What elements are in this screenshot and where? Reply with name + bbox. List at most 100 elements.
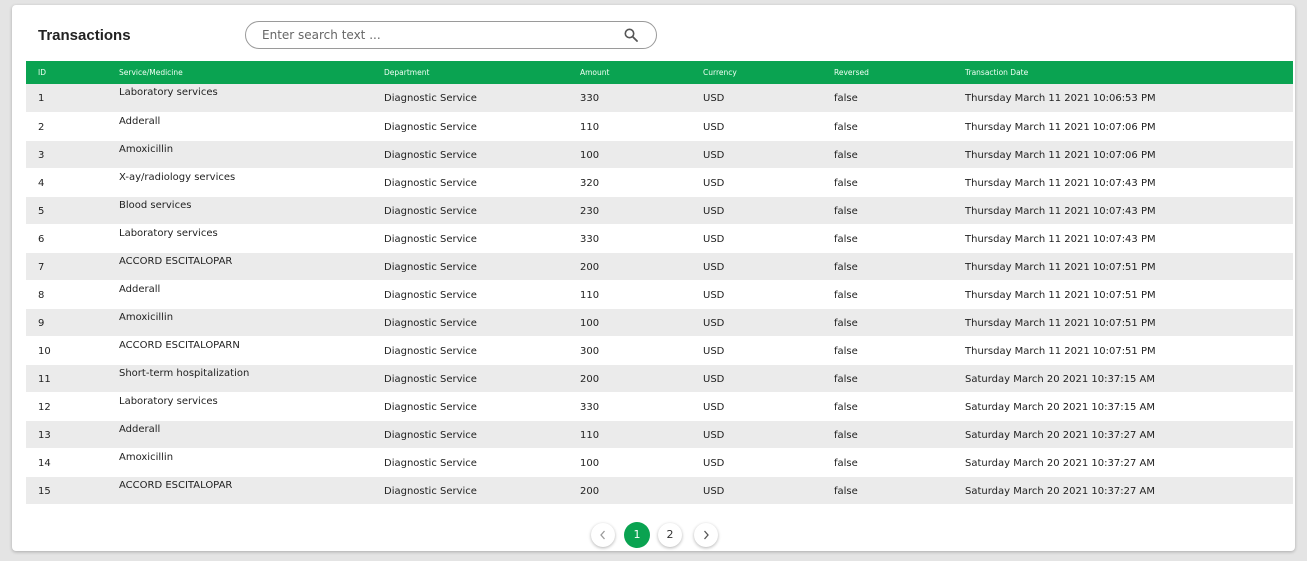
cell-reversed: false — [834, 93, 858, 105]
cell-currency: USD — [703, 177, 725, 189]
cell-reversed: false — [834, 317, 858, 329]
table-row[interactable]: 11 Short-term hospitalization Diagnostic S… — [26, 364, 1293, 392]
cell-id: 7 — [38, 261, 45, 273]
cell-id: 2 — [38, 121, 45, 133]
column-header-department[interactable]: Department — [372, 61, 568, 84]
table-row[interactable]: 9 Amoxicillin Diagnostic Service 100 USD fals… — [26, 308, 1293, 336]
cell-reversed: false — [834, 345, 858, 357]
table-row[interactable]: 1 Laboratory services Diagnostic Service 33… — [26, 84, 1293, 112]
cell-department: Diagnostic Service — [384, 205, 477, 217]
page-title: Transactions — [38, 27, 131, 44]
cell-transaction-date: Thursday March 11 2021 10:07:51 PM — [965, 289, 1156, 301]
cell-currency: USD — [703, 457, 725, 469]
cell-currency: USD — [703, 205, 725, 217]
cell-amount: 200 — [580, 373, 600, 385]
previous-page-button[interactable] — [591, 523, 615, 547]
cell-id: 15 — [38, 485, 51, 497]
table-row[interactable]: 7 ACCORD ESCITALOPAR Diagnostic Service 200… — [26, 252, 1293, 280]
cell-id: 4 — [38, 177, 45, 189]
cell-amount: 200 — [580, 485, 600, 497]
table-row[interactable]: 13 Adderall Diagnostic Service 110 USD false S… — [26, 420, 1293, 448]
cell-transaction-date: Saturday March 20 2021 10:37:15 AM — [965, 373, 1155, 385]
cell-amount: 100 — [580, 149, 600, 161]
cell-amount: 330 — [580, 93, 600, 105]
page-button-1[interactable]: 1 — [624, 522, 650, 548]
cell-reversed: false — [834, 401, 858, 413]
table-body: 1 Laboratory services Diagnostic Service 33… — [26, 84, 1293, 504]
cell-id: 12 — [38, 401, 51, 413]
cell-currency: USD — [703, 149, 725, 161]
cell-amount: 110 — [580, 121, 600, 133]
cell-department: Diagnostic Service — [384, 233, 477, 245]
column-header-id[interactable]: ID — [26, 61, 107, 84]
cell-department: Diagnostic Service — [384, 121, 477, 133]
cell-reversed: false — [834, 149, 858, 161]
cell-service: ACCORD ESCITALOPARN — [119, 339, 240, 351]
table-row[interactable]: 15 ACCORD ESCITALOPAR Diagnostic Service 20… — [26, 476, 1293, 504]
cell-amount: 110 — [580, 429, 600, 441]
search-icon[interactable] — [624, 28, 638, 42]
column-header-currency[interactable]: Currency — [691, 61, 822, 84]
table-row[interactable]: 10 ACCORD ESCITALOPARN Diagnostic Service 3… — [26, 336, 1293, 364]
cell-transaction-date: Thursday March 11 2021 10:07:51 PM — [965, 261, 1156, 273]
cell-service: Amoxicillin — [119, 451, 174, 463]
table-row[interactable]: 8 Adderall Diagnostic Service 110 USD false Th… — [26, 280, 1293, 308]
cell-id: 1 — [38, 93, 45, 105]
cell-transaction-date: Saturday March 20 2021 10:37:27 AM — [965, 485, 1155, 497]
cell-service: ACCORD ESCITALOPAR — [119, 255, 233, 267]
cell-amount: 300 — [580, 345, 600, 357]
table-row[interactable]: 4 X-ay/radiology services Diagnostic Servi… — [26, 168, 1293, 196]
table-row[interactable]: 12 Laboratory services Diagnostic Service 3… — [26, 392, 1293, 420]
column-header-amount[interactable]: Amount — [568, 61, 691, 84]
cell-department: Diagnostic Service — [384, 149, 477, 161]
cell-department: Diagnostic Service — [384, 457, 477, 469]
table-row[interactable]: 2 Adderall Diagnostic Service 110 USD false Th… — [26, 112, 1293, 140]
cell-department: Diagnostic Service — [384, 429, 477, 441]
cell-id: 10 — [38, 345, 51, 357]
cell-transaction-date: Saturday March 20 2021 10:37:27 AM — [965, 429, 1155, 441]
search-box[interactable] — [245, 21, 657, 49]
cell-currency: USD — [703, 289, 725, 301]
transactions-table: ID Service/Medicine Department Amount Cu… — [26, 61, 1293, 505]
table-header-row: ID Service/Medicine Department Amount Cu… — [26, 61, 1293, 84]
page-button-2[interactable]: 2 — [658, 523, 682, 547]
cell-transaction-date: Saturday March 20 2021 10:37:27 AM — [965, 457, 1155, 469]
table-row[interactable]: 3 Amoxicillin Diagnostic Service 100 USD fals… — [26, 140, 1293, 168]
cell-service: Laboratory services — [119, 227, 218, 239]
cell-service: Adderall — [119, 423, 161, 435]
cell-department: Diagnostic Service — [384, 261, 477, 273]
cell-department: Diagnostic Service — [384, 373, 477, 385]
cell-department: Diagnostic Service — [384, 93, 477, 105]
cell-amount: 330 — [580, 401, 600, 413]
cell-service: ACCORD ESCITALOPAR — [119, 479, 233, 491]
cell-transaction-date: Saturday March 20 2021 10:37:15 AM — [965, 401, 1155, 413]
search-input[interactable] — [262, 26, 602, 44]
table-row[interactable]: 14 Amoxicillin Diagnostic Service 100 USD fal… — [26, 448, 1293, 476]
next-page-button[interactable] — [694, 523, 718, 547]
transactions-card: Transactions ID Service/Medicine Departm… — [12, 5, 1295, 551]
cell-currency: USD — [703, 401, 725, 413]
cell-department: Diagnostic Service — [384, 485, 477, 497]
cell-transaction-date: Thursday March 11 2021 10:07:43 PM — [965, 205, 1156, 217]
cell-id: 14 — [38, 457, 51, 469]
cell-department: Diagnostic Service — [384, 289, 477, 301]
cell-amount: 230 — [580, 205, 600, 217]
column-header-service[interactable]: Service/Medicine — [107, 61, 372, 84]
column-header-transaction-date[interactable]: Transaction Date — [953, 61, 1293, 84]
cell-reversed: false — [834, 429, 858, 441]
cell-transaction-date: Thursday March 11 2021 10:07:43 PM — [965, 177, 1156, 189]
cell-service: Amoxicillin — [119, 143, 174, 155]
table-row[interactable]: 5 Blood services Diagnostic Service 230 USD f… — [26, 196, 1293, 224]
cell-reversed: false — [834, 485, 858, 497]
cell-reversed: false — [834, 289, 858, 301]
cell-currency: USD — [703, 485, 725, 497]
cell-amount: 330 — [580, 233, 600, 245]
cell-reversed: false — [834, 177, 858, 189]
chevron-left-icon — [600, 530, 605, 540]
cell-id: 6 — [38, 233, 45, 245]
cell-reversed: false — [834, 261, 858, 273]
column-header-reversed[interactable]: Reversed — [822, 61, 953, 84]
table-row[interactable]: 6 Laboratory services Diagnostic Service 33… — [26, 224, 1293, 252]
cell-id: 3 — [38, 149, 45, 161]
chevron-right-icon — [704, 530, 709, 540]
